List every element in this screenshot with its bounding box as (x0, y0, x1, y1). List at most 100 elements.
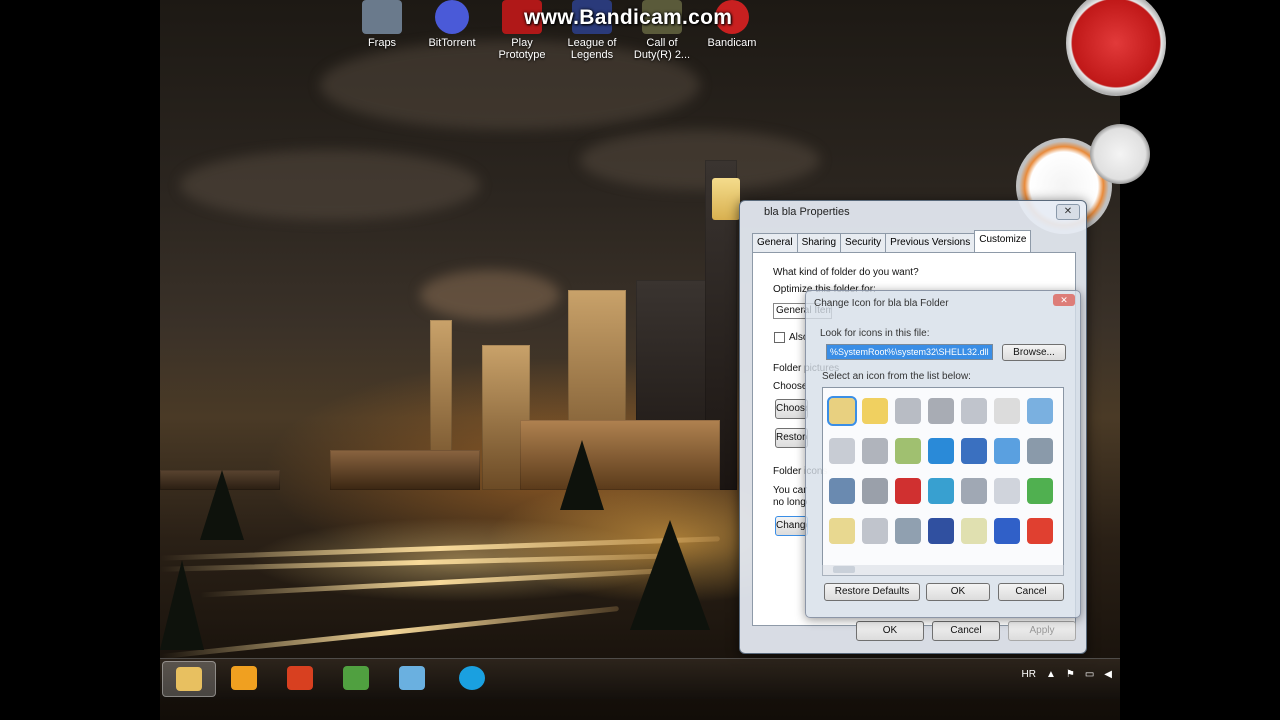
select-icon-label: Select an icon from the list below: (822, 371, 971, 382)
taskbar-media-player[interactable] (218, 661, 270, 695)
tree (160, 560, 204, 650)
icon-option[interactable] (994, 438, 1020, 464)
change-icon-dialog[interactable]: Change Icon for bla bla Folder ✕ Look fo… (805, 290, 1081, 618)
subfolders-label: Also apply this template to all subfolde… (789, 332, 805, 343)
icon-option[interactable] (895, 478, 921, 504)
folder-icon (176, 667, 202, 691)
desktop-icon-bittorrent[interactable]: BitTorrent (420, 0, 484, 49)
close-button[interactable]: ✕ (1056, 204, 1080, 220)
icon-option[interactable] (862, 438, 888, 464)
tree (560, 440, 604, 510)
scroll-thumb[interactable] (833, 566, 855, 573)
ok-button[interactable]: OK (856, 621, 924, 641)
show-hidden-icons[interactable]: ▲ (1046, 669, 1056, 680)
icon-option[interactable] (862, 478, 888, 504)
dialog-title: Change Icon for bla bla Folder (814, 298, 949, 309)
look-for-label: Look for icons in this file: (820, 328, 930, 339)
tab-general[interactable]: General (752, 233, 798, 253)
icon-option[interactable] (895, 518, 921, 544)
icon-option[interactable] (928, 398, 954, 424)
apply-button[interactable]: Apply (1008, 621, 1076, 641)
taskbar-desktop-app[interactable] (386, 661, 438, 695)
flag-icon[interactable]: ⚑ (1066, 669, 1075, 680)
icon-option[interactable] (1027, 518, 1053, 544)
tab-previous-versions[interactable]: Previous Versions (885, 233, 976, 253)
icon-option[interactable] (862, 518, 888, 544)
dialog-cancel-button[interactable]: Cancel (998, 583, 1064, 601)
icon-option[interactable] (994, 518, 1020, 544)
icon-option[interactable] (895, 438, 921, 464)
taskbar-skype[interactable] (446, 661, 498, 695)
icon-option[interactable] (961, 518, 987, 544)
folder-icons-text: You can change the folder icon. If you c… (773, 485, 807, 496)
tree (200, 470, 244, 540)
icon-option[interactable] (994, 398, 1020, 424)
desktop-icon-fraps[interactable]: Fraps (350, 0, 414, 49)
icon-option[interactable] (829, 438, 855, 464)
icon-option[interactable] (1027, 438, 1053, 464)
taskbar-paint[interactable] (330, 661, 382, 695)
icon-file-input[interactable]: %SystemRoot%\system32\SHELL32.dll (826, 344, 993, 360)
taskbar: HR ▲ ⚑ ▭ ◀ (160, 658, 1120, 699)
cloud (420, 270, 560, 320)
icon-option[interactable] (961, 398, 987, 424)
icon-option[interactable] (829, 518, 855, 544)
cpu-gauge-gadget[interactable] (1066, 0, 1166, 96)
tab-sharing[interactable]: Sharing (796, 233, 842, 253)
icon-option[interactable] (928, 478, 954, 504)
desktop-icon-label: Bandicam (707, 37, 757, 49)
close-icon[interactable]: ✕ (1053, 294, 1075, 306)
desktop-icon-label: Fraps (367, 37, 397, 49)
media-player-icon (231, 666, 257, 690)
language-indicator[interactable]: HR (1022, 669, 1036, 680)
desktop-icon-label: League of Legends (567, 37, 617, 61)
bandicam-watermark: www.Bandicam.com (524, 6, 733, 29)
icon-option[interactable] (961, 478, 987, 504)
change-icon-button[interactable]: Change Icon... (775, 516, 808, 536)
icon-option[interactable] (895, 398, 921, 424)
icon-option[interactable] (862, 398, 888, 424)
browse-button[interactable]: Browse... (1002, 344, 1066, 361)
taskbar-explorer[interactable] (162, 661, 216, 697)
restore-default-button[interactable]: Restore Default (775, 428, 808, 448)
taskbar-firefox[interactable] (274, 661, 326, 695)
cancel-button[interactable]: Cancel (932, 621, 1000, 641)
icon-option[interactable] (829, 478, 855, 504)
firefox-icon (287, 666, 313, 690)
icon-option[interactable] (1027, 398, 1053, 424)
folder-icons-text: no longer see a preview of the folder's … (773, 497, 807, 508)
dialog-ok-button[interactable]: OK (926, 583, 990, 601)
what-kind-label: What kind of folder do you want? (773, 267, 919, 278)
meter-gadget[interactable] (1090, 124, 1150, 184)
building (330, 450, 480, 490)
icon-option[interactable] (928, 518, 954, 544)
desktop-icon-label: Call of Duty(R) 2... (633, 37, 691, 61)
building (520, 420, 720, 490)
highway-light-trail (160, 605, 620, 660)
icon-option[interactable] (928, 438, 954, 464)
paint-icon (343, 666, 369, 690)
restore-defaults-button[interactable]: Restore Defaults (824, 583, 920, 601)
tab-customize[interactable]: Customize (974, 230, 1032, 253)
icon-option[interactable] (994, 478, 1020, 504)
icon-option[interactable] (827, 396, 857, 426)
folder-icon[interactable] (712, 178, 740, 220)
icon-option[interactable] (961, 438, 987, 464)
cloud (180, 150, 480, 220)
tab-security[interactable]: Security (840, 233, 887, 253)
bittorrent-icon (435, 0, 469, 34)
tab-strip: General Sharing Security Previous Versio… (752, 230, 1032, 253)
network-icon[interactable]: ▭ (1085, 669, 1094, 680)
icon-grid (822, 387, 1064, 567)
desktop-icon-label: BitTorrent (428, 37, 476, 49)
skype-icon (459, 666, 485, 690)
tree (630, 520, 710, 630)
window-title: bla bla Properties (764, 206, 850, 218)
horizontal-scrollbar[interactable] (822, 565, 1064, 576)
choose-file-button[interactable]: Choose File... (775, 399, 808, 419)
volume-icon[interactable]: ◀ (1104, 669, 1112, 680)
subfolders-checkbox[interactable] (774, 332, 785, 343)
icon-option[interactable] (1027, 478, 1053, 504)
choose-file-text: Choose a file to show on this folder ico… (773, 381, 806, 392)
highway-light-trail (200, 567, 680, 598)
